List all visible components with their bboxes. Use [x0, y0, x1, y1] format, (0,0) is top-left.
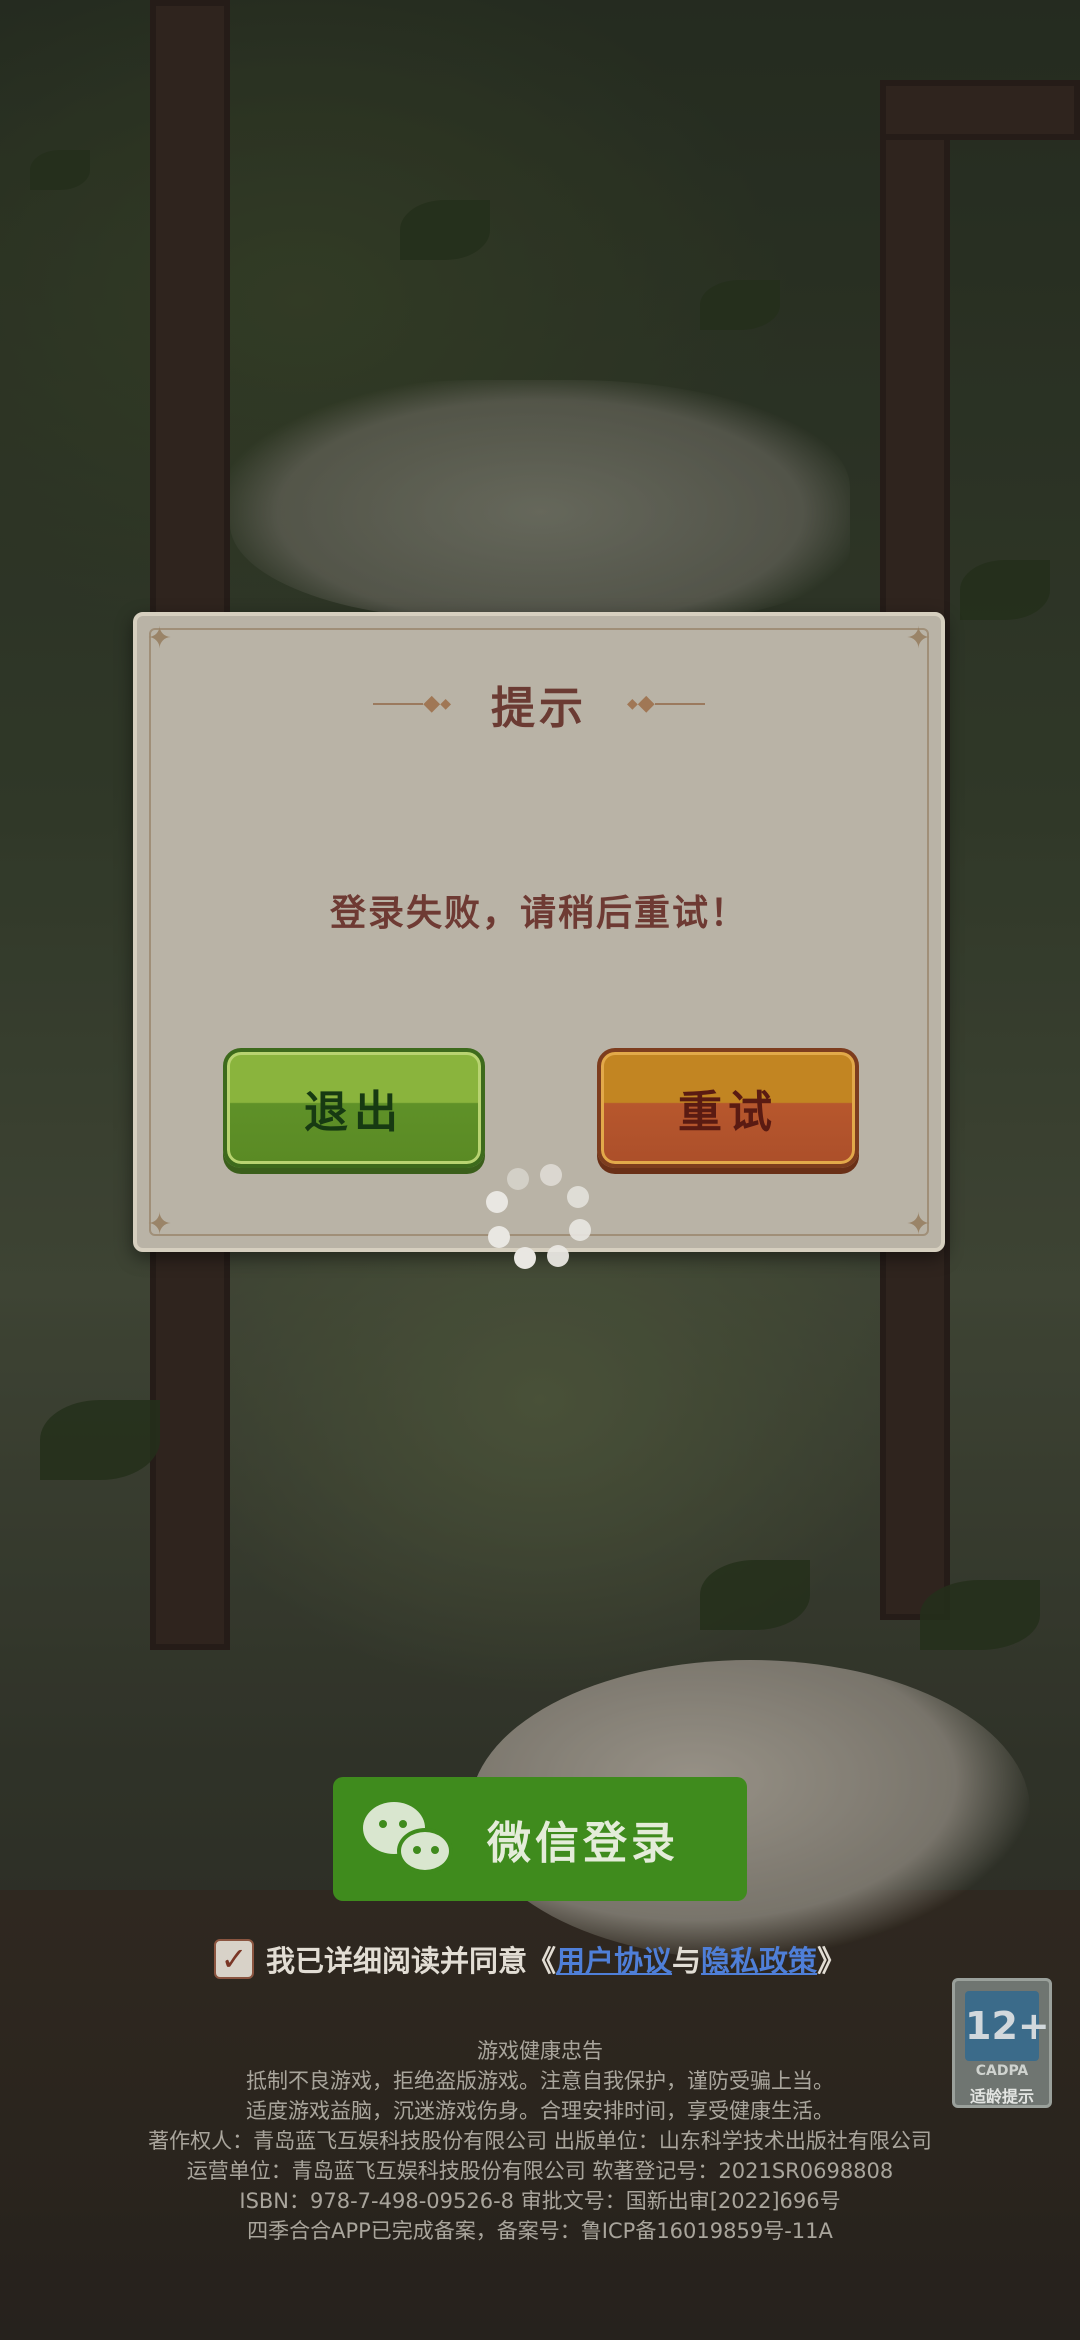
dialog-header: ◆ ◆ 提示 ◆ ◆	[137, 674, 941, 734]
user-agreement-link[interactable]: 用户协议	[556, 1944, 672, 1978]
spinner-dot	[569, 1219, 591, 1241]
footer-line: 游戏健康忠告	[477, 2039, 603, 2063]
exit-button-label: 退出	[304, 1087, 404, 1138]
agreement-checkbox[interactable]: ✓	[214, 1939, 254, 1979]
login-failed-dialog: ✦ ✦ ✦ ✦ ◆ ◆ 提示 ◆ ◆ 登录失败，请稍后重试！ 退出 重试	[133, 612, 945, 1252]
spinner-dot	[567, 1186, 589, 1208]
spinner-dot	[540, 1164, 562, 1186]
footer-line: 抵制不良游戏，拒绝盗版游戏。注意自我保护，谨防受骗上当。	[246, 2069, 834, 2093]
footer-line: 运营单位：青岛蓝飞互娱科技股份有限公司 软著登记号：2021SR0698808	[186, 2159, 894, 2183]
retry-button-label: 重试	[678, 1087, 778, 1138]
title-ornament-left-icon: ◆ ◆	[373, 693, 451, 715]
exit-button[interactable]: 退出	[223, 1048, 485, 1168]
privacy-policy-link[interactable]: 隐私政策	[701, 1944, 817, 1978]
corner-ornament-icon: ✦	[147, 1207, 173, 1242]
footer-line: ISBN：978-7-498-09526-8 审批文号：国新出审[2022]69…	[239, 2189, 841, 2213]
agreement-suffix: 》	[817, 1944, 847, 1978]
spinner-dot	[507, 1168, 529, 1190]
spinner-dot	[486, 1191, 508, 1213]
spinner-dot	[514, 1247, 536, 1269]
spinner-dot	[547, 1245, 569, 1267]
spinner-dot	[488, 1226, 510, 1248]
wechat-icon	[363, 1794, 463, 1884]
health-advisory-footer: 游戏健康忠告 抵制不良游戏，拒绝盗版游戏。注意自我保护，谨防受骗上当。 适度游戏…	[0, 2036, 1080, 2246]
dialog-message: 登录失败，请稍后重试！	[329, 893, 748, 934]
loading-spinner-icon	[486, 1164, 591, 1270]
agreement-conjunction: 与	[672, 1944, 702, 1978]
corner-ornament-icon: ✦	[905, 1207, 931, 1242]
dialog-title: 提示	[491, 683, 587, 734]
corner-ornament-icon: ✦	[905, 621, 931, 656]
wechat-login-label: 微信登录	[487, 1818, 679, 1869]
agreement-prefix: 我已详细阅读并同意《	[266, 1944, 557, 1978]
footer-line: 四季合合APP已完成备案，备案号：鲁ICP备16019859号-11A	[247, 2219, 833, 2243]
wechat-login-button[interactable]: 微信登录	[333, 1777, 747, 1901]
corner-ornament-icon: ✦	[147, 621, 173, 656]
footer-line: 著作权人：青岛蓝飞互娱科技股份有限公司 出版单位：山东科学技术出版社有限公司	[148, 2129, 932, 2153]
retry-button[interactable]: 重试	[597, 1048, 859, 1168]
agreement-text: 我已详细阅读并同意《用户协议与隐私政策》	[266, 1938, 846, 1980]
title-ornament-right-icon: ◆ ◆	[627, 693, 705, 715]
footer-line: 适度游戏益脑，沉迷游戏伤身。合理安排时间，享受健康生活。	[246, 2099, 834, 2123]
agreement-row: ✓ 我已详细阅读并同意《用户协议与隐私政策》	[214, 1937, 846, 1981]
